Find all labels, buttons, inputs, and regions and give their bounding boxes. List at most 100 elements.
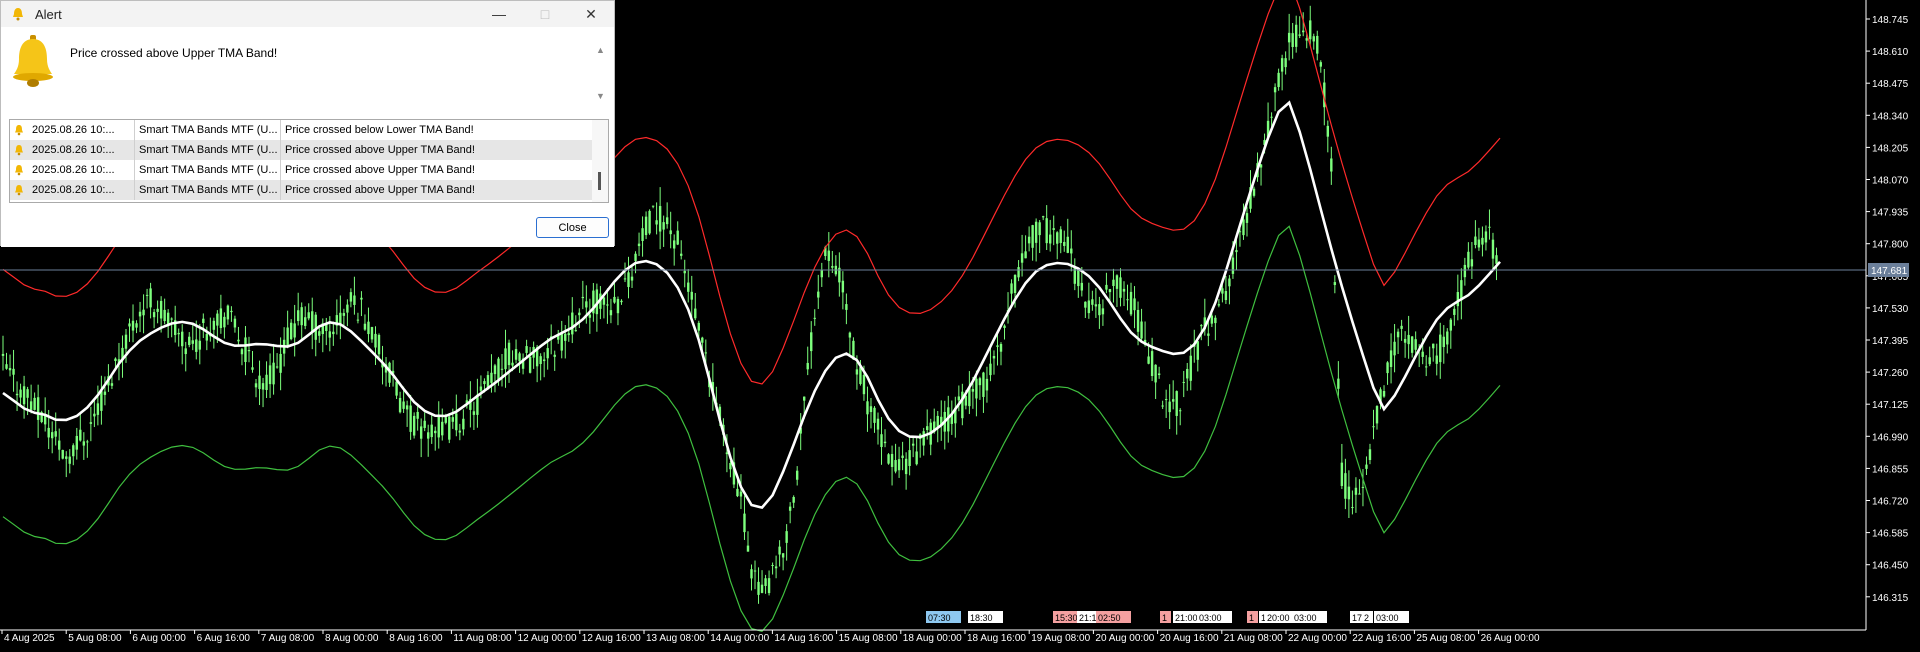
candle-body	[651, 205, 655, 207]
candle-body	[1048, 234, 1052, 244]
candle-body	[1319, 62, 1322, 67]
candle-body	[507, 342, 511, 366]
candle-body	[778, 546, 781, 555]
candle-body	[363, 323, 367, 330]
candle-body	[1091, 299, 1094, 305]
candle-body	[687, 282, 690, 292]
session-marker-label: 07:30	[928, 613, 951, 623]
candle-body	[620, 300, 623, 303]
alert-text: Price crossed above Upper TMA Band!	[285, 144, 475, 156]
candle-body	[275, 366, 279, 368]
candle-body	[1087, 300, 1091, 314]
session-marker-label: 17	[1352, 613, 1362, 623]
candle-body	[1098, 304, 1101, 316]
candle-body	[163, 309, 166, 322]
candle-body	[1108, 289, 1112, 293]
candle-body	[781, 553, 785, 558]
candle-body	[159, 300, 163, 319]
scroll-up-icon[interactable]: ▲	[596, 45, 605, 55]
candle-body	[82, 441, 86, 446]
candle-body	[1309, 20, 1312, 40]
candle-body	[318, 331, 321, 336]
candle-body	[743, 513, 746, 533]
price-tick-label: 146.990	[1872, 432, 1909, 443]
price-tick-label: 146.855	[1872, 464, 1909, 475]
scroll-down-icon[interactable]: ▼	[596, 91, 605, 101]
candle-body	[1, 353, 5, 356]
alert-message: Price crossed above Upper TMA Band!	[70, 46, 278, 60]
candle-body	[219, 308, 223, 329]
candle-body	[795, 470, 799, 480]
time-tick-label: 20 Aug 00:00	[1095, 633, 1154, 644]
candle-body	[261, 383, 265, 390]
candle-body	[1382, 391, 1386, 397]
candle-body	[975, 378, 978, 399]
candle-body	[216, 313, 219, 326]
candle-body	[1400, 325, 1403, 329]
candle-body	[1056, 232, 1059, 244]
candle-body	[1140, 321, 1143, 339]
candle-body	[1133, 298, 1136, 311]
candle-body	[230, 310, 233, 313]
candle-body	[370, 327, 374, 340]
time-tick-label: 6 Aug 00:00	[132, 633, 186, 644]
candle-body	[1463, 264, 1467, 278]
candle-body	[254, 383, 258, 388]
candle-body	[690, 291, 693, 300]
candle-body	[574, 330, 577, 332]
candle-body	[1495, 255, 1498, 264]
message-scrollbar[interactable]: ▲ ▼	[593, 45, 609, 105]
list-item[interactable]: 2025.08.26 10:... Smart TMA Bands MTF (U.…	[10, 120, 593, 140]
current-price-text: 147.681	[1871, 266, 1908, 277]
price-tick-label: 148.340	[1872, 111, 1909, 122]
candle-body	[729, 462, 732, 470]
candle-body	[1347, 486, 1351, 500]
candle-body	[1284, 58, 1287, 68]
candle-body	[131, 320, 135, 331]
alert-history-list[interactable]: 2025.08.26 10:... Smart TMA Bands MTF (U.…	[9, 119, 609, 203]
candle-body	[518, 353, 521, 362]
candle-body	[539, 356, 542, 364]
candle-body	[764, 578, 767, 586]
candle-body	[1326, 125, 1330, 137]
candle-body	[996, 345, 999, 347]
candle-body	[1330, 158, 1333, 172]
candle-body	[1270, 116, 1273, 118]
candle-body	[1084, 301, 1087, 308]
alert-titlebar[interactable]: Alert — □ ✕	[1, 1, 614, 27]
candle-body	[827, 250, 831, 261]
candle-body	[1020, 253, 1024, 263]
candle-body	[1164, 399, 1168, 401]
candle-body	[1439, 334, 1442, 363]
candle-body	[1052, 228, 1055, 230]
close-window-button[interactable]: ✕	[568, 1, 614, 27]
candle-body	[1003, 325, 1006, 328]
candle-body	[395, 381, 398, 396]
list-item[interactable]: 2025.08.26 10:... Smart TMA Bands MTF (U.…	[10, 180, 593, 200]
list-scrollbar[interactable]	[592, 120, 608, 202]
bell-icon	[10, 120, 30, 140]
list-item[interactable]: 2025.08.26 10:... Smart TMA Bands MTF (U.…	[10, 160, 593, 180]
alert-time: 2025.08.26 10:...	[30, 120, 135, 140]
scrollbar-thumb[interactable]	[598, 172, 601, 190]
minimize-button[interactable]: —	[476, 1, 522, 27]
candle-body	[223, 316, 226, 328]
candle-body	[1280, 58, 1284, 72]
candle-body	[61, 449, 64, 459]
maximize-button[interactable]: □	[522, 1, 568, 27]
price-tick-label: 146.450	[1872, 561, 1909, 572]
price-tick-label: 148.205	[1872, 143, 1909, 154]
session-marker-label: 03:00	[1199, 613, 1222, 623]
candle-body	[1242, 219, 1245, 236]
list-item[interactable]: 2025.08.26 10:... Smart TMA Bands MTF (U.…	[10, 140, 593, 160]
candle-body	[542, 359, 546, 362]
bell-icon	[10, 160, 30, 180]
bell-icon	[9, 5, 27, 23]
candle-body	[497, 358, 500, 380]
session-marker-label: 15:30	[1055, 613, 1078, 623]
close-button[interactable]: Close	[536, 217, 609, 238]
candle-body	[50, 432, 54, 439]
candle-body	[462, 418, 465, 430]
candle-body	[1389, 350, 1393, 367]
candle-body	[455, 413, 458, 431]
